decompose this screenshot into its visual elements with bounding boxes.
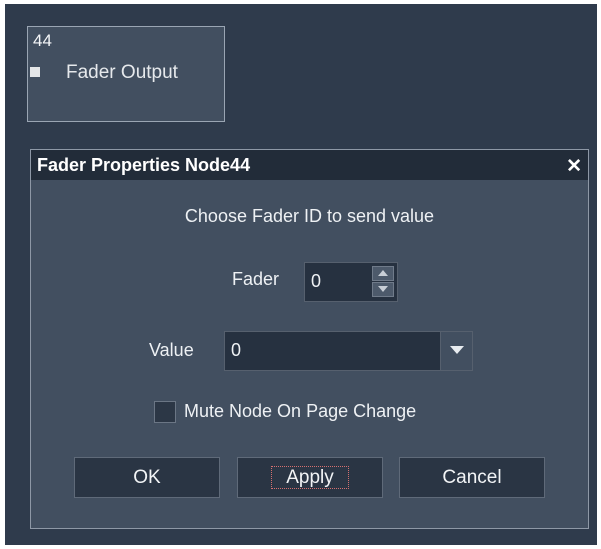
node-id: 44 [33,31,52,50]
cancel-button-label: Cancel [442,467,502,488]
value-dropdown[interactable]: 0 [224,331,473,371]
ok-button[interactable]: OK [74,457,220,498]
apply-button[interactable]: Apply [237,457,383,498]
dialog-title: Fader Properties Node44 [37,155,251,175]
close-icon[interactable]: ✕ [566,155,582,178]
arrow-up-icon[interactable] [372,266,394,281]
arrow-down-icon[interactable] [372,282,394,297]
node-label: Fader Output [66,62,178,83]
apply-button-label: Apply [271,466,349,489]
fader-value: 0 [311,271,322,291]
dialog-titlebar[interactable]: Fader Properties Node44 ✕ [31,150,588,180]
fader-properties-dialog: Fader Properties Node44 ✕ Choose Fader I… [30,149,589,529]
ok-button-label: OK [133,467,161,488]
value-label: Value [149,340,194,360]
node-port-icon[interactable] [30,67,40,77]
fader-label: Fader [232,269,280,289]
value-selected: 0 [231,340,242,360]
dialog-prompt: Choose Fader ID to send value [184,206,435,226]
fader-id-spinner[interactable]: 0 [304,262,398,302]
node-canvas[interactable]: 44 Fader Output Fader Properties Node44 … [5,4,597,545]
fader-output-node[interactable]: 44 Fader Output [27,26,225,122]
mute-checkbox-label[interactable]: Mute Node On Page Change [184,401,416,422]
mute-checkbox[interactable] [154,401,176,423]
cancel-button[interactable]: Cancel [399,457,545,498]
chevron-down-icon[interactable] [440,332,472,370]
